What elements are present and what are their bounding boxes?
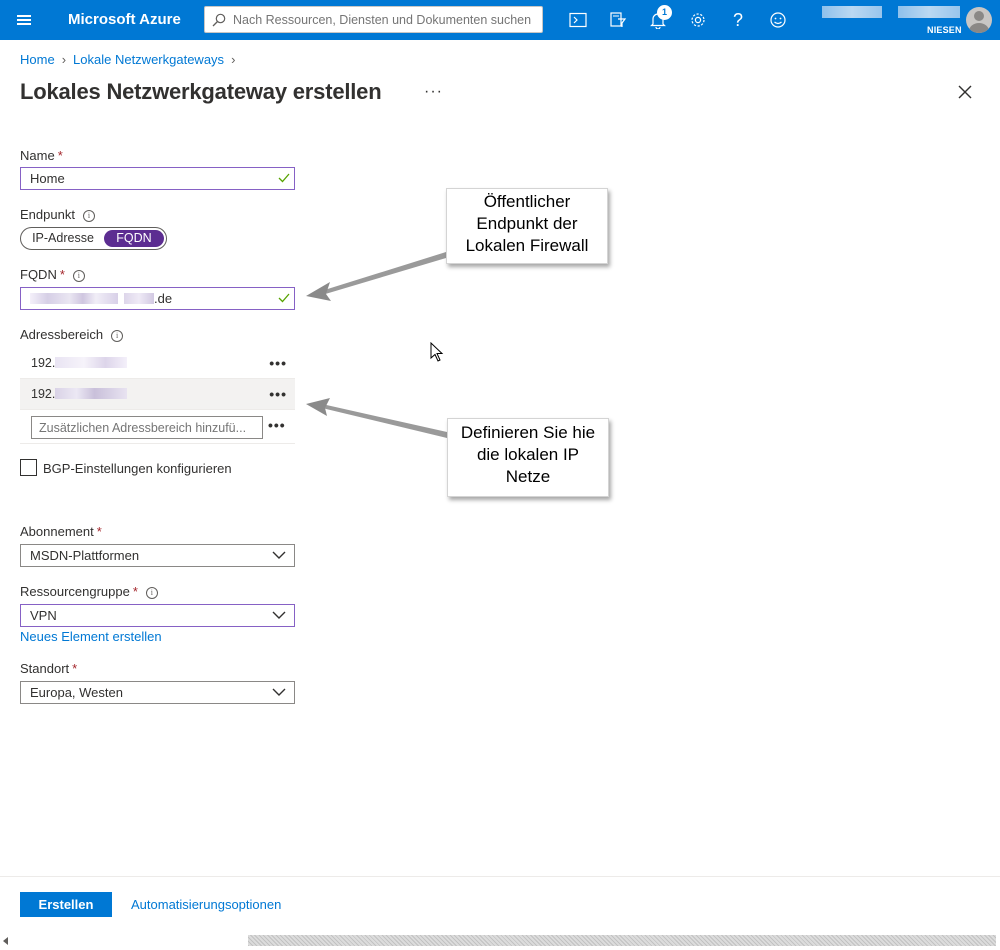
row-more-button[interactable]: ••• (269, 355, 287, 371)
subscription-dropdown[interactable]: MSDN-Plattformen (20, 544, 295, 567)
global-search[interactable] (204, 6, 543, 33)
create-button[interactable]: Erstellen (20, 892, 112, 917)
top-bar: Microsoft Azure 1 ? NIESEN (0, 0, 1000, 40)
close-icon[interactable] (955, 82, 975, 102)
scroll-left-icon[interactable] (3, 937, 8, 945)
account-name-redacted (898, 6, 960, 18)
resource-group-dropdown[interactable]: VPN (20, 604, 295, 627)
feedback-icon[interactable] (765, 8, 791, 32)
address-range-row[interactable]: 192. ••• (20, 348, 295, 379)
location-value: Europa, Westen (30, 685, 123, 700)
address-range-value: 192. (31, 387, 56, 401)
chevron-down-icon (272, 551, 286, 559)
endpoint-toggle: IP-Adresse FQDN (20, 227, 167, 250)
directory-filter-icon[interactable] (605, 8, 631, 32)
breadcrumb: Home › Lokale Netzwerkgateways › (20, 52, 242, 67)
search-icon (212, 13, 226, 27)
name-field[interactable]: Home (20, 167, 295, 190)
fqdn-redacted (124, 293, 154, 304)
subscription-value: MSDN-Plattformen (30, 548, 140, 563)
scrollbar-thumb[interactable] (248, 935, 996, 946)
endpoint-option-ip[interactable]: IP-Adresse (24, 230, 102, 247)
resource-group-value: VPN (30, 608, 57, 623)
portal-brand[interactable]: Microsoft Azure (68, 11, 181, 28)
location-dropdown[interactable]: Europa, Westen (20, 681, 295, 704)
divider (20, 443, 295, 444)
resource-group-label: Ressourcengruppe * i (20, 584, 158, 599)
settings-icon[interactable] (685, 8, 711, 32)
automation-options-link[interactable]: Automatisierungsoptionen (131, 897, 281, 912)
account-name-redacted (822, 6, 882, 18)
bgp-label: BGP-Einstellungen konfigurieren (43, 461, 232, 476)
breadcrumb-home[interactable]: Home (20, 52, 55, 67)
row-more-button[interactable]: ••• (268, 417, 286, 433)
name-label: Name * (20, 148, 63, 163)
endpoint-label: Endpunkt i (20, 207, 95, 222)
fqdn-label: FQDN * i (20, 267, 85, 282)
subscription-label: Abonnement * (20, 524, 102, 539)
page-title: Lokales Netzwerkgateway erstellen (20, 79, 382, 104)
address-range-value: 192. (31, 356, 56, 370)
cloud-shell-icon[interactable] (565, 8, 591, 32)
callout-ip-networks: Definieren Sie hie die lokalen IP Netze (447, 418, 609, 497)
info-icon[interactable]: i (145, 587, 158, 599)
avatar[interactable] (966, 7, 992, 33)
menu-hamburger-icon[interactable] (10, 8, 38, 32)
location-label: Standort * (20, 661, 78, 676)
footer-divider (0, 876, 1000, 877)
address-redacted (55, 357, 128, 368)
valid-check-icon (278, 173, 290, 183)
chevron-down-icon (272, 611, 286, 619)
fqdn-value: .de (30, 291, 172, 306)
info-icon[interactable]: i (72, 270, 85, 282)
endpoint-option-fqdn[interactable]: FQDN (104, 230, 164, 247)
help-icon[interactable]: ? (725, 8, 751, 32)
address-redacted (55, 388, 128, 399)
address-space-label: Adressbereich i (20, 327, 124, 342)
callout-public-endpoint: Öffentlicher Endpunkt der Lokalen Firewa… (446, 188, 608, 264)
fqdn-redacted (30, 293, 118, 304)
search-input[interactable] (233, 11, 539, 29)
account-directory[interactable]: NIESEN (927, 25, 962, 35)
info-icon[interactable]: i (82, 210, 95, 222)
valid-check-icon (278, 293, 290, 303)
chevron-down-icon (272, 688, 286, 696)
address-range-row[interactable]: 192. ••• (20, 379, 295, 410)
horizontal-scrollbar[interactable] (0, 934, 1000, 948)
info-icon[interactable]: i (111, 330, 124, 342)
bgp-checkbox[interactable] (20, 459, 37, 476)
fqdn-field[interactable]: .de (20, 287, 295, 310)
row-more-button[interactable]: ••• (269, 386, 287, 402)
notification-badge: 1 (657, 5, 672, 20)
breadcrumb-local-network-gateways[interactable]: Lokale Netzwerkgateways (73, 52, 224, 67)
add-address-range-input[interactable] (31, 416, 263, 439)
chevron-right-icon: › (231, 52, 236, 67)
name-value: Home (30, 171, 65, 186)
new-element-link[interactable]: Neues Element erstellen (20, 629, 162, 644)
chevron-right-icon: › (61, 52, 67, 67)
more-options-button[interactable]: ··· (424, 83, 443, 101)
mouse-cursor-icon (430, 342, 444, 362)
